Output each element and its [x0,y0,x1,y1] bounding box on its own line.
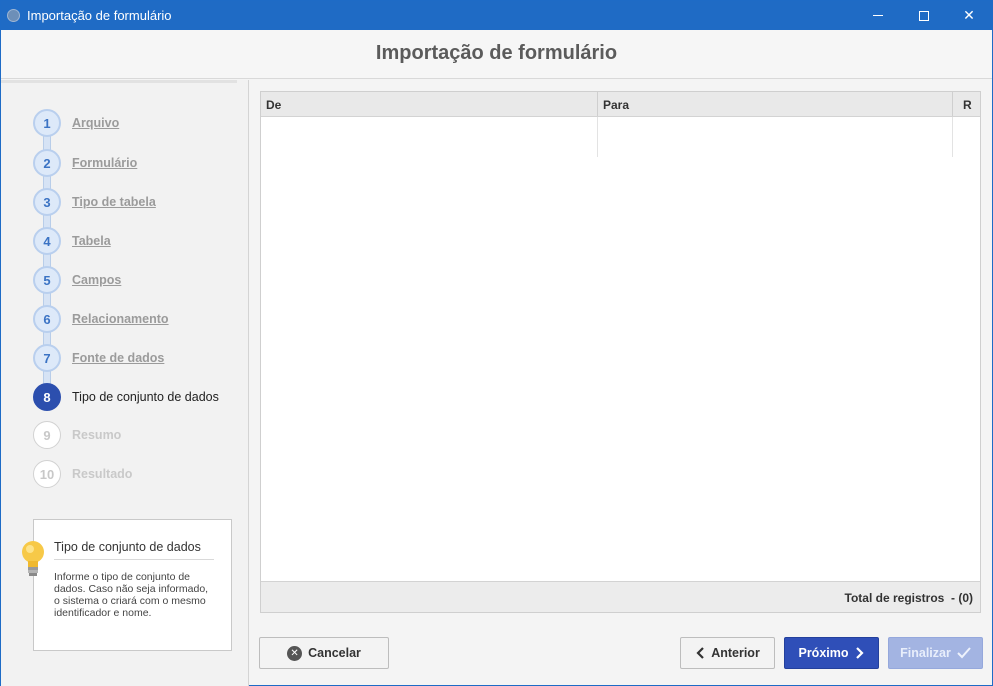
import-form-window: Importação de formulário ✕ Importação de… [0,0,993,686]
page-title: Importação de formulário [375,42,618,64]
step-formulario[interactable]: 2 Formulário [33,149,243,177]
previous-button[interactable]: Anterior [680,637,775,669]
next-button[interactable]: Próximo [784,637,879,669]
step-label[interactable]: Arquivo [72,116,119,130]
column-header-para[interactable]: Para [598,92,953,116]
title-bar[interactable]: Importação de formulário ✕ [1,1,992,30]
maximize-icon [919,10,929,21]
step-number: 5 [33,266,61,294]
help-box: Tipo de conjunto de dados Informe o tipo… [22,519,232,651]
finish-label: Finalizar [900,646,951,660]
step-number: 10 [33,460,61,488]
step-label[interactable]: Fonte de dados [72,351,164,365]
step-label: Tipo de conjunto de dados [72,390,219,404]
minimize-icon [873,15,883,16]
step-label: Resumo [72,428,122,442]
step-label[interactable]: Relacionamento [72,312,169,326]
step-number: 1 [33,109,61,137]
step-number: 3 [33,188,61,216]
step-label[interactable]: Tabela [72,234,111,248]
step-label: Resultado [72,467,133,481]
grid-header: De Para R [261,92,980,117]
step-label[interactable]: Tipo de tabela [72,195,156,209]
help-title: Tipo de conjunto de dados [54,540,201,554]
app-icon [7,9,20,22]
column-divider [952,117,953,157]
maximize-button[interactable] [901,1,947,30]
page-header: Importação de formulário [1,30,992,79]
help-text: Informe o tipo de conjunto de dados. Cas… [54,571,209,619]
previous-label: Anterior [711,646,760,660]
step-relacionamento[interactable]: 6 Relacionamento [33,305,243,333]
step-resultado: 10 Resultado [33,460,243,488]
step-number: 7 [33,344,61,372]
column-header-de[interactable]: De [261,92,598,116]
step-resumo: 9 Resumo [33,421,243,449]
next-label: Próximo [798,646,849,660]
column-divider [597,117,598,157]
checkmark-icon [957,647,971,659]
total-records: Total de registros - (0) [845,591,973,605]
total-records-label: Total de registros [844,591,945,605]
chevron-left-icon [695,647,705,659]
lightbulb-icon [22,541,44,576]
total-records-value: - (0) [951,591,973,605]
step-number: 9 [33,421,61,449]
grid-footer: Total de registros - (0) [261,581,980,612]
step-number: 6 [33,305,61,333]
sidebar-top-divider [1,80,237,83]
window-title: Importação de formulário [27,8,172,23]
chevron-right-icon [855,647,865,659]
cancel-label: Cancelar [308,646,361,660]
step-number: 4 [33,227,61,255]
finish-button: Finalizar [888,637,983,669]
cancel-button[interactable]: ✕ Cancelar [259,637,389,669]
step-label[interactable]: Campos [72,273,121,287]
step-label[interactable]: Formulário [72,156,137,170]
step-arquivo[interactable]: 1 Arquivo [33,109,243,137]
step-fonte-de-dados[interactable]: 7 Fonte de dados [33,344,243,372]
minimize-button[interactable] [855,1,901,30]
step-number: 2 [33,149,61,177]
step-number: 8 [33,383,61,411]
cancel-icon: ✕ [287,645,303,661]
step-tipo-de-tabela[interactable]: 3 Tipo de tabela [33,188,243,216]
column-header-r[interactable]: R [953,92,980,116]
step-campos[interactable]: 5 Campos [33,266,243,294]
close-button[interactable]: ✕ [946,1,992,30]
step-tipo-de-conjunto-de-dados: 8 Tipo de conjunto de dados [33,383,243,411]
close-icon: ✕ [963,7,975,23]
help-divider [54,559,214,560]
mapping-grid[interactable]: De Para R Total de registros - (0) [260,91,981,613]
wizard-sidebar: 1 Arquivo 2 Formulário 3 Tipo de tabela … [1,80,249,686]
step-tabela[interactable]: 4 Tabela [33,227,243,255]
